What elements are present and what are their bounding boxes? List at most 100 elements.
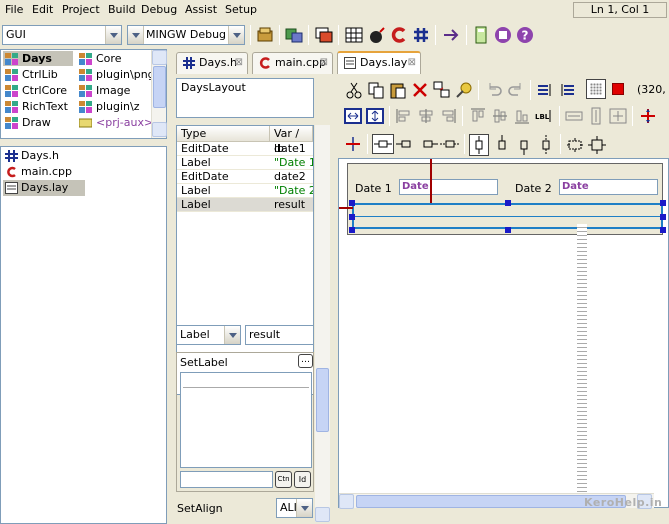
resize-handle[interactable] — [349, 214, 355, 220]
rebuild-icon[interactable] — [284, 25, 304, 45]
layout-item[interactable]: DaysLayout — [177, 79, 313, 96]
scissors-icon[interactable] — [344, 80, 364, 100]
widget-var[interactable]: date2 — [270, 170, 313, 184]
grid-icon[interactable] — [344, 25, 364, 45]
help-icon[interactable]: ? — [515, 25, 535, 45]
menu-build[interactable]: Build — [108, 3, 136, 16]
vspan-icon[interactable] — [586, 106, 606, 126]
widget-var[interactable]: "Date 1" — [270, 156, 313, 170]
layout-canvas[interactable]: Date 1 Date Date 2 Date KeroHelp.in — [338, 158, 669, 509]
align-vcenter-icon[interactable] — [490, 106, 510, 126]
package-item[interactable]: Image — [77, 83, 151, 98]
align-right-icon[interactable] — [438, 106, 458, 126]
size-to-content-icon[interactable] — [565, 135, 585, 155]
center-icon[interactable] — [608, 106, 628, 126]
package-item[interactable]: CtrlLib — [3, 67, 73, 82]
hpos-left-right-toggle[interactable] — [372, 134, 394, 154]
close-icon[interactable]: ⊠ — [320, 53, 328, 73]
tab-order-back-icon[interactable] — [557, 80, 577, 100]
tab-main-cpp[interactable]: main.cpp ⊠ — [252, 52, 333, 74]
date1-field[interactable]: Date — [399, 179, 498, 195]
layout-list[interactable]: DaysLayout — [176, 78, 314, 118]
align-left-icon[interactable] — [394, 106, 414, 126]
package-item[interactable]: RichText — [3, 99, 73, 114]
menu-setup[interactable]: Setup — [225, 3, 257, 16]
package-combo[interactable]: GUI — [2, 25, 122, 45]
windows-icon[interactable] — [314, 25, 334, 45]
resize-handle[interactable] — [349, 227, 355, 233]
chevron-down-icon[interactable] — [296, 499, 312, 517]
chevron-down-icon[interactable] — [105, 26, 121, 44]
size-to-parent-icon[interactable] — [587, 135, 607, 155]
align-bottom-icon[interactable] — [512, 106, 532, 126]
date2-field[interactable]: Date — [559, 179, 658, 195]
stop-red-icon[interactable] — [612, 83, 624, 95]
package-item[interactable]: <prj-aux> — [77, 115, 153, 130]
file-item-days-h[interactable]: Days.h — [3, 148, 85, 164]
chevron-down-icon[interactable] — [224, 326, 240, 344]
widget-type[interactable]: Label — [177, 198, 270, 212]
redo-icon[interactable] — [506, 80, 526, 100]
setlabel-input[interactable] — [180, 471, 273, 488]
resize-handle[interactable] — [660, 200, 666, 206]
align-labels-icon[interactable]: LBL — [534, 106, 554, 126]
package-item[interactable]: Days — [3, 51, 73, 66]
widget-table-scrollbar[interactable] — [315, 125, 330, 370]
vpos-top-icon[interactable] — [492, 135, 512, 155]
package-item[interactable]: Draw — [3, 115, 73, 130]
resize-handle[interactable] — [505, 227, 511, 233]
scroll-down-button[interactable] — [152, 122, 167, 137]
widget-var[interactable]: "Date 2" — [270, 184, 313, 198]
stop-circle-icon[interactable] — [493, 25, 513, 45]
assist-arrow-icon[interactable] — [441, 25, 461, 45]
hash-icon[interactable] — [411, 25, 431, 45]
menu-edit[interactable]: Edit — [32, 3, 53, 16]
scroll-up-button[interactable] — [152, 50, 167, 65]
cpp-icon[interactable] — [389, 25, 409, 45]
date1-label[interactable]: Date 1 — [355, 182, 392, 195]
widget-var[interactable]: result — [270, 198, 313, 212]
package-item[interactable]: CtrlCore — [3, 83, 73, 98]
menu-debug[interactable]: Debug — [141, 3, 177, 16]
file-item-main-cpp[interactable]: main.cpp — [3, 164, 85, 180]
package-item[interactable]: plugin\png — [77, 67, 155, 82]
tab-days-lay[interactable]: Days.lay ⊠ — [337, 51, 421, 74]
close-icon[interactable]: ⊠ — [408, 53, 416, 73]
paste-icon[interactable] — [388, 80, 408, 100]
setalign-combo[interactable]: ALI — [276, 498, 313, 518]
hcenter-icon[interactable] — [343, 134, 363, 154]
menu-file[interactable]: File — [5, 3, 23, 16]
resize-handle[interactable] — [505, 200, 511, 206]
scroll-left-button[interactable] — [339, 494, 354, 509]
package-scrollbar[interactable] — [151, 50, 167, 138]
package-item[interactable]: Core — [77, 51, 151, 66]
calculator-icon[interactable] — [471, 25, 491, 45]
column-header-var[interactable]: Var / lb — [270, 126, 313, 155]
date2-label[interactable]: Date 2 — [515, 182, 552, 195]
copy-icon[interactable] — [366, 80, 386, 100]
undo-icon[interactable] — [484, 80, 504, 100]
ellipsis-button[interactable]: … — [298, 354, 313, 368]
hpos-left-icon[interactable] — [396, 134, 416, 154]
resize-handle[interactable] — [660, 227, 666, 233]
widget-type-combo[interactable]: Label — [176, 325, 241, 345]
show-grid-toggle[interactable] — [586, 79, 606, 99]
resize-handle[interactable] — [349, 200, 355, 206]
editor-scrollbar[interactable] — [315, 352, 330, 522]
align-center-icon[interactable] — [416, 106, 436, 126]
id-button[interactable]: Id — [294, 471, 311, 488]
build-method-combo[interactable]: MINGW Debug — [127, 25, 245, 45]
file-item-days-lay[interactable]: Days.lay — [3, 180, 85, 196]
scroll-down-button[interactable] — [315, 507, 330, 522]
debug-icon[interactable] — [367, 25, 387, 45]
result-label-selected[interactable] — [352, 203, 663, 229]
wizard-icon[interactable] — [454, 80, 474, 100]
tab-days-h[interactable]: Days.h ⊠ — [176, 52, 248, 74]
delete-icon[interactable] — [410, 80, 430, 100]
vpos-top-bottom-toggle[interactable] — [469, 134, 489, 156]
align-top-icon[interactable] — [468, 106, 488, 126]
duplicate-icon[interactable] — [432, 80, 452, 100]
chevron-down-icon[interactable] — [128, 26, 144, 44]
ctn-button[interactable]: Ctn — [275, 471, 292, 488]
hpos-center-icon[interactable] — [440, 134, 460, 154]
